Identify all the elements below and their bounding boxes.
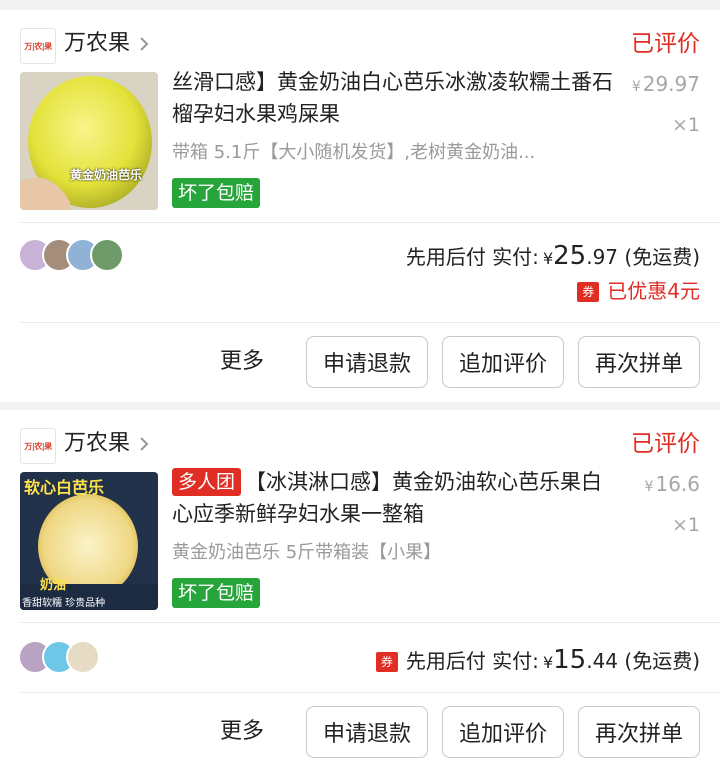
shop-name[interactable]: 万农果 <box>64 26 130 62</box>
reorder-button[interactable]: 再次拼单 <box>578 706 700 758</box>
order-card[interactable]: 万|农|果 万农果 已评价 软心白芭乐 奶油 香甜软糯 珍贵品种 多人团 【冰淇淋… <box>0 410 720 762</box>
product-image-caption-2: 香甜软糯 珍贵品种 <box>22 598 106 609</box>
product-image[interactable]: 黄金奶油芭乐 <box>20 72 158 210</box>
product-image[interactable]: 软心白芭乐 奶油 香甜软糯 珍贵品种 <box>20 472 158 610</box>
product-image-caption: 黄金奶油芭乐 <box>70 168 143 182</box>
order-card[interactable]: 万|农|果 万农果 已评价 黄金奶油芭乐 丝滑口感】黄金奶油白心芭乐冰激凌软糯土… <box>0 10 720 402</box>
product-title[interactable]: 丝滑口感】黄金奶油白心芭乐冰激凌软糯土番石榴孕妇水果鸡屎果 <box>172 66 622 130</box>
divider <box>20 622 720 623</box>
quantity: ×1 <box>671 514 700 536</box>
product-spec: 黄金奶油芭乐 5斤带箱装【小果】 <box>172 542 442 563</box>
order-status: 已评价 <box>631 431 700 457</box>
chevron-right-icon[interactable] <box>134 34 154 54</box>
add-review-button[interactable]: 追加评价 <box>442 706 564 758</box>
more-button[interactable]: 更多 <box>220 336 264 388</box>
product-image-caption: 软心白芭乐 <box>24 478 105 497</box>
group-avatars <box>18 640 100 676</box>
group-avatars <box>18 238 124 274</box>
shop-logo[interactable]: 万|农|果 <box>20 428 56 464</box>
refund-button[interactable]: 申请退款 <box>306 336 428 388</box>
original-price: ¥16.6 <box>644 472 700 496</box>
coupon-icon: 券 <box>375 652 398 672</box>
product-image-subcaption: 奶油 <box>40 578 67 593</box>
guarantee-badge: 坏了包赔 <box>172 178 261 208</box>
avatar <box>90 238 124 272</box>
quantity: ×1 <box>671 114 700 136</box>
payment-line: 先用后付 实付: ¥25.97 (免运费) <box>405 241 700 271</box>
shop-name[interactable]: 万农果 <box>64 426 130 462</box>
avatar <box>66 640 100 674</box>
coupon-icon: 券 <box>577 282 600 302</box>
original-price: ¥29.97 <box>631 72 700 96</box>
more-button[interactable]: 更多 <box>220 706 264 758</box>
divider <box>20 692 720 693</box>
refund-button[interactable]: 申请退款 <box>306 706 428 758</box>
product-spec: 带箱 5.1斤【大小随机发货】,老树黄金奶油... <box>172 142 536 163</box>
payment-line: 券先用后付 实付: ¥15.44 (免运费) <box>375 644 700 679</box>
product-title[interactable]: 多人团 【冰淇淋口感】黄金奶油软心芭乐果白心应季新鲜孕妇水果一整箱 <box>172 466 622 530</box>
divider <box>20 322 720 323</box>
guarantee-badge: 坏了包赔 <box>172 578 261 608</box>
group-buy-tag: 多人团 <box>172 468 242 496</box>
add-review-button[interactable]: 追加评价 <box>442 336 564 388</box>
chevron-right-icon[interactable] <box>134 434 154 454</box>
reorder-button[interactable]: 再次拼单 <box>578 336 700 388</box>
shop-logo[interactable]: 万|农|果 <box>20 28 56 64</box>
discount-line: 券已优惠4元 <box>577 276 700 306</box>
divider <box>20 222 720 223</box>
order-status: 已评价 <box>631 31 700 57</box>
